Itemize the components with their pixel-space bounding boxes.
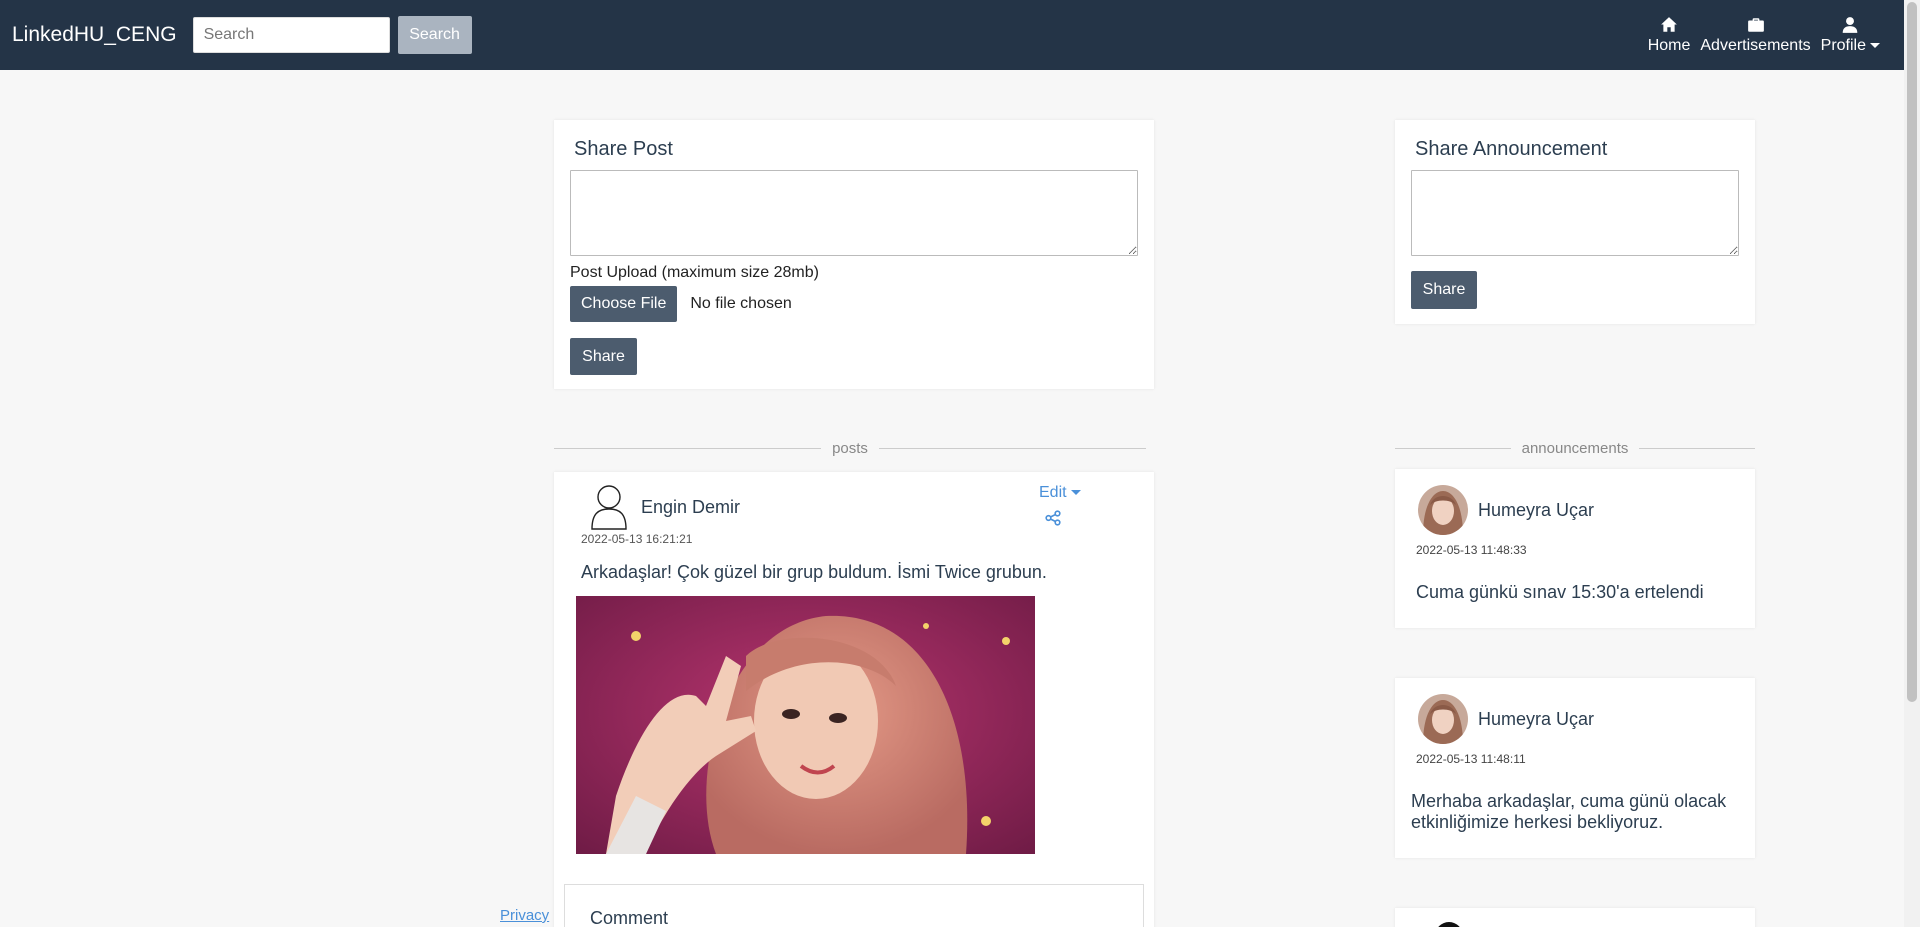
user-icon (1843, 16, 1858, 33)
announcement-textarea[interactable] (1411, 170, 1739, 256)
search-button[interactable]: Search (397, 16, 472, 54)
post-textarea[interactable] (570, 170, 1138, 256)
brand-logo[interactable]: LinkedHU_CENG (12, 23, 177, 47)
divider-line (878, 448, 1147, 449)
posts-divider-label: posts (832, 440, 868, 457)
user-outline-icon (591, 485, 627, 530)
avatar-photo (1418, 694, 1468, 744)
divider-line (1395, 448, 1511, 449)
briefcase-icon (1747, 17, 1764, 32)
edit-label: Edit (1039, 484, 1067, 501)
post-timestamp: 2022-05-13 16:21:21 (581, 532, 693, 546)
announcement-card: Humeyra Uçar 2022-05-13 11:48:11 Merhaba… (1395, 678, 1755, 858)
avatar (1418, 694, 1468, 744)
top-navbar: LinkedHU_CENG Search Home Advertisements… (0, 0, 1904, 70)
post-photo (576, 596, 1035, 854)
share-post-button[interactable]: Share (570, 338, 637, 375)
post-header: Engin Demir (590, 484, 740, 530)
share-post-title: Share Post (574, 138, 673, 160)
share-announcement-card: Share Announcement Share (1395, 120, 1755, 324)
comment-label: Comment (590, 908, 669, 927)
nav-item-profile[interactable]: Profile (1821, 16, 1880, 55)
announcement-card (1395, 908, 1755, 927)
divider-line (1639, 448, 1755, 449)
nav-item-advertisements[interactable]: Advertisements (1700, 16, 1811, 55)
announcement-timestamp: 2022-05-13 11:48:11 (1416, 752, 1526, 766)
share-announcement-title: Share Announcement (1415, 138, 1608, 160)
announcement-timestamp: 2022-05-13 11:48:33 (1416, 543, 1527, 557)
post-image (576, 596, 1035, 854)
divider-line (554, 448, 822, 449)
nav-advertisements-label: Advertisements (1700, 36, 1811, 54)
file-status: No file chosen (690, 295, 792, 312)
file-input-row: Choose File No file chosen (570, 286, 1138, 322)
search-input[interactable] (192, 17, 390, 53)
post-text: Arkadaşlar! Çok güzel bir grup buldum. İ… (581, 562, 1047, 582)
announcements-divider-label: announcements (1521, 440, 1629, 457)
edit-dropdown[interactable]: Edit (1039, 484, 1081, 502)
nav-menu: Home Advertisements Profile (1638, 0, 1880, 70)
nav-profile-label: Profile (1821, 37, 1880, 55)
announcement-author[interactable]: Humeyra Uçar (1478, 709, 1594, 730)
share-announcement-button[interactable]: Share (1411, 271, 1477, 309)
share-icon[interactable] (1045, 510, 1061, 526)
avatar (1418, 485, 1468, 535)
scrollbar-thumb[interactable] (1907, 2, 1917, 702)
avatar (1435, 922, 1463, 927)
comment-section: Comment (564, 884, 1144, 927)
chevron-down-icon (1870, 42, 1880, 48)
announcements-divider: announcements (1395, 440, 1755, 457)
announcement-header: Humeyra Uçar (1418, 485, 1594, 535)
announcement-text: Merhaba arkadaşlar, cuma günü olacak etk… (1411, 791, 1727, 832)
choose-file-button[interactable]: Choose File (570, 286, 678, 322)
page-scrollbar[interactable] (1904, 0, 1920, 927)
post-author[interactable]: Engin Demir (641, 497, 740, 518)
announcement-text: Cuma günkü sınav 15:30'a ertelendi (1416, 582, 1704, 602)
announcement-card: Humeyra Uçar 2022-05-13 11:48:33 Cuma gü… (1395, 469, 1755, 628)
share-post-card: Share Post Post Upload (maximum size 28m… (554, 120, 1154, 389)
nav-item-home[interactable]: Home (1647, 16, 1691, 55)
avatar-photo (1418, 485, 1468, 535)
announcement-author[interactable]: Humeyra Uçar (1478, 500, 1594, 521)
chevron-down-icon (1070, 490, 1081, 496)
post-card: Engin Demir 2022-05-13 16:21:21 Edit Ark… (554, 472, 1154, 927)
posts-divider: posts (554, 440, 1147, 457)
nav-home-label: Home (1647, 36, 1691, 54)
announcement-header: Humeyra Uçar (1418, 694, 1594, 744)
post-upload-label: Post Upload (maximum size 28mb) (570, 264, 819, 281)
privacy-link[interactable]: Privacy (500, 907, 549, 924)
home-icon (1661, 16, 1677, 32)
